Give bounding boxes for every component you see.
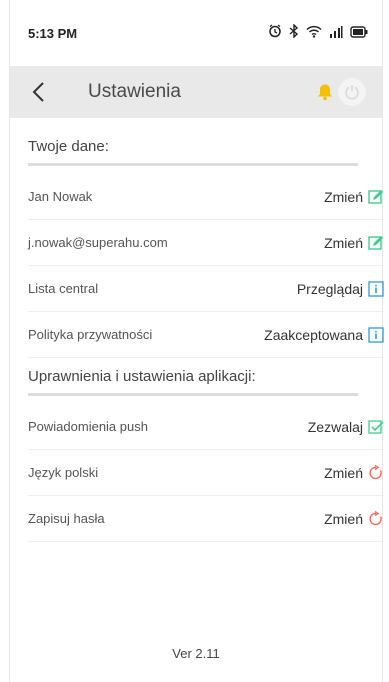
bell-icon xyxy=(318,84,332,101)
status-time: 5:13 PM xyxy=(28,26,78,41)
privacy-policy-button[interactable]: Zaakceptowana xyxy=(264,327,384,343)
alarm-icon xyxy=(268,24,282,41)
page-title: Ustawienia xyxy=(88,81,181,102)
change-name-button[interactable]: Zmień xyxy=(324,189,384,205)
status-bar: 5:13 PM xyxy=(10,0,382,66)
push-notifications-row: Powiadomienia push Zezwalaj xyxy=(28,404,384,450)
privacy-policy-row: Polityka przywatności Zaakceptowana xyxy=(28,312,384,358)
refresh-icon xyxy=(369,464,382,479)
back-button[interactable] xyxy=(28,79,52,105)
settings-content: Twoje dane: Jan Nowak Zmień j.nowak@supe… xyxy=(10,118,384,542)
edit-icon xyxy=(368,235,383,250)
central-list-row: Lista central Przeglądaj xyxy=(28,266,384,312)
status-icons xyxy=(268,23,368,41)
change-language-button[interactable]: Zmień xyxy=(324,464,384,481)
push-notifications-label: Powiadomienia push xyxy=(28,419,148,434)
section-app-title: Uprawnienia i ustawienia aplikacji: xyxy=(28,368,256,385)
app-bar: Ustawienia xyxy=(10,66,382,118)
language-label: Język polski xyxy=(28,465,99,480)
power-button[interactable] xyxy=(338,78,366,106)
change-save-passwords-label: Zmień xyxy=(324,510,363,527)
user-name-row: Jan Nowak Zmień xyxy=(28,174,384,220)
info-icon xyxy=(368,280,384,297)
version-label: Ver 2.11 xyxy=(172,646,220,661)
section-user-title: Twoje dane: xyxy=(28,138,109,155)
change-email-label: Zmień xyxy=(324,234,363,251)
power-icon xyxy=(345,85,359,100)
app-frame: 5:13 PM Ustawienia Twoje dane: Jan Nowak… xyxy=(9,0,384,682)
signal-icon xyxy=(329,25,343,41)
change-save-passwords-button[interactable]: Zmień xyxy=(324,510,384,527)
language-row: Język polski Zmień xyxy=(28,450,384,496)
notifications-button[interactable] xyxy=(316,83,334,101)
refresh-icon xyxy=(369,510,382,525)
change-name-label: Zmień xyxy=(324,188,363,205)
chevron-left-icon xyxy=(32,82,44,102)
edit-icon xyxy=(368,189,383,204)
allow-push-label: Zezwalaj xyxy=(307,418,363,435)
wifi-icon xyxy=(306,25,322,41)
allow-push-button[interactable]: Zezwalaj xyxy=(308,419,384,435)
browse-centrals-label: Przeglądaj xyxy=(296,280,363,297)
central-list-label: Lista central xyxy=(28,281,99,296)
bluetooth-icon xyxy=(289,23,299,41)
checkbox-checked-icon xyxy=(368,419,384,434)
user-email-label: j.nowak@superahu.com xyxy=(28,235,168,250)
change-language-label: Zmień xyxy=(324,464,363,481)
browse-centrals-button[interactable]: Przeglądaj xyxy=(297,281,384,297)
privacy-policy-status: Zaakceptowana xyxy=(264,326,363,343)
section-divider xyxy=(28,393,358,396)
info-icon xyxy=(368,326,384,343)
save-passwords-row: Zapisuj hasła Zmień xyxy=(28,496,384,542)
user-name-label: Jan Nowak xyxy=(28,189,93,204)
privacy-policy-label: Polityka przywatności xyxy=(28,327,153,342)
save-passwords-label: Zapisuj hasła xyxy=(28,511,105,526)
change-email-button[interactable]: Zmień xyxy=(324,235,384,251)
section-divider xyxy=(28,163,358,166)
user-email-row: j.nowak@superahu.com Zmień xyxy=(28,220,384,266)
battery-icon xyxy=(350,25,368,41)
